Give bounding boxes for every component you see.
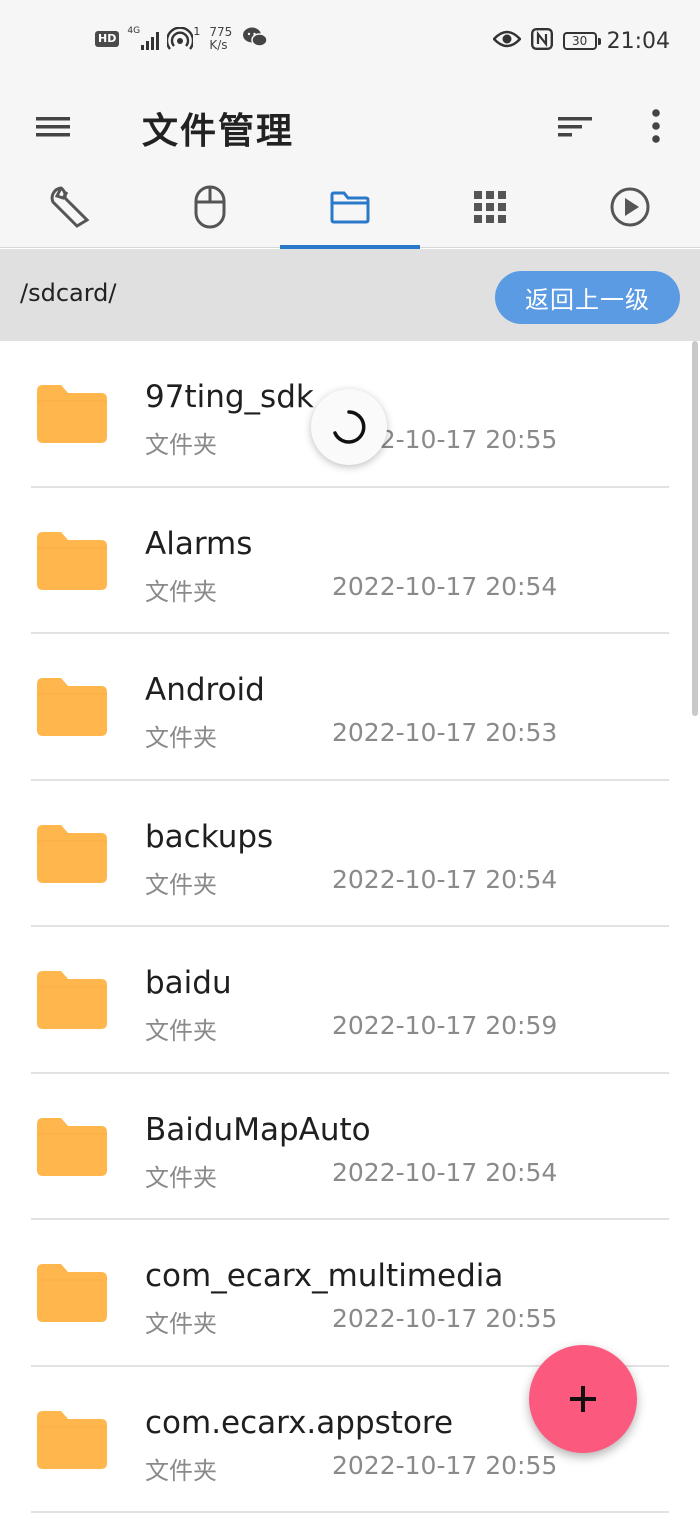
file-name: Alarms [145, 525, 253, 562]
folder-icon [37, 678, 107, 736]
folder-icon [37, 531, 107, 590]
more-vertical-icon [652, 109, 660, 143]
status-bar: HD 4G 1 775 K/s 30 21:04 [0, 0, 700, 88]
divider [31, 1511, 669, 1513]
mouse-icon [194, 185, 226, 229]
menu-icon [36, 117, 70, 137]
add-button[interactable] [529, 1345, 637, 1453]
spinner-icon [333, 410, 366, 444]
app-bar: 文件管理 [0, 88, 700, 166]
file-name: 97ting_sdk [145, 379, 314, 415]
folder-icon [37, 1264, 107, 1322]
file-type: 文件夹 [145, 1456, 217, 1485]
file-type: 文件夹 [145, 724, 217, 752]
hotspot-count: 1 [193, 25, 201, 38]
file-type: 文件夹 [145, 1163, 217, 1192]
file-date: 2022-10-17 20:54 [332, 864, 558, 894]
file-name: Android [145, 672, 265, 708]
file-name: BaiduMapAuto [145, 1111, 371, 1148]
file-type: 文件夹 [145, 870, 217, 899]
folder-icon [330, 191, 370, 224]
plus-icon [570, 1386, 596, 1412]
wechat-icon [242, 26, 268, 52]
status-time: 21:04 [606, 28, 670, 54]
folder-icon [37, 824, 107, 883]
apps-grid-icon [474, 191, 506, 223]
back-to-parent-button[interactable]: 返回上一级 [495, 271, 680, 324]
file-list: 97ting_sdk 文件夹 2022-10-17 20:55 Alarms 文件夹 20… [0, 341, 700, 1516]
battery-icon: 30 [562, 32, 601, 50]
file-name: backups [145, 818, 274, 855]
file-date: 2022-10-17 20:55 [332, 1304, 558, 1333]
file-name: com_ecarx_multimedia [145, 1258, 504, 1294]
folder-icon [37, 385, 107, 443]
list-item[interactable]: Android 文件夹 2022-10-17 20:53 [0, 634, 700, 781]
folder-icon [37, 1117, 107, 1176]
more-button[interactable] [641, 106, 671, 146]
sort-icon [558, 117, 592, 137]
list-item[interactable]: Alarms 文件夹 2022-10-17 20:54 [0, 488, 700, 634]
list-item[interactable]: backups 文件夹 2022-10-17 20:54 [0, 781, 700, 927]
file-name: com.ecarx.appstore [145, 1404, 454, 1441]
folder-icon [37, 971, 107, 1029]
scrollbar[interactable] [692, 341, 698, 716]
menu-button[interactable] [34, 110, 74, 144]
hotspot-icon: 1 [166, 25, 201, 51]
signal-icon: 4G [127, 26, 160, 50]
app-title: 文件管理 [142, 111, 295, 152]
eye-icon [491, 29, 522, 53]
current-path: /sdcard/ [20, 279, 117, 307]
file-type: 文件夹 [145, 1017, 217, 1045]
file-date: 2022-10-17 20:54 [332, 571, 558, 601]
file-date: 2022-10-17 20:53 [332, 718, 558, 747]
network-speed: 775 K/s [209, 26, 232, 52]
file-date: 2022-10-17 20:54 [332, 1157, 558, 1187]
tab-files[interactable] [280, 166, 420, 249]
nfc-icon [530, 28, 553, 54]
battery-level: 30 [571, 34, 588, 48]
tab-bar [0, 166, 700, 249]
tab-media[interactable] [560, 166, 700, 248]
wrench-icon [50, 186, 90, 228]
tab-apps[interactable] [420, 166, 560, 248]
file-name: baidu [145, 965, 232, 1001]
list-item[interactable]: baidu 文件夹 2022-10-17 20:59 [0, 927, 700, 1074]
hd-icon: HD [95, 31, 120, 47]
speed-unit: K/s [209, 38, 228, 52]
file-date: 2022-10-17 20:59 [332, 1011, 558, 1040]
loading-spinner [311, 389, 387, 465]
network-type-label: 4G [127, 26, 141, 36]
file-date: 2022-10-17 20:55 [332, 1450, 558, 1480]
tab-tools[interactable] [0, 166, 140, 248]
list-item[interactable]: com_ecarx_multimedia 文件夹 2022-10-17 20:55 [0, 1220, 700, 1367]
sort-button[interactable] [556, 110, 596, 144]
folder-icon [37, 1410, 107, 1469]
file-type: 文件夹 [145, 431, 217, 459]
status-right: 30 21:04 [491, 28, 670, 54]
tab-mouse[interactable] [140, 166, 280, 248]
path-bar: /sdcard/ 返回上一级 [0, 249, 700, 341]
file-type: 文件夹 [145, 1310, 217, 1338]
play-circle-icon [610, 187, 650, 227]
status-left: HD 4G 1 775 K/s [95, 25, 268, 52]
file-type: 文件夹 [145, 577, 217, 606]
list-item[interactable]: BaiduMapAuto 文件夹 2022-10-17 20:54 [0, 1074, 700, 1220]
